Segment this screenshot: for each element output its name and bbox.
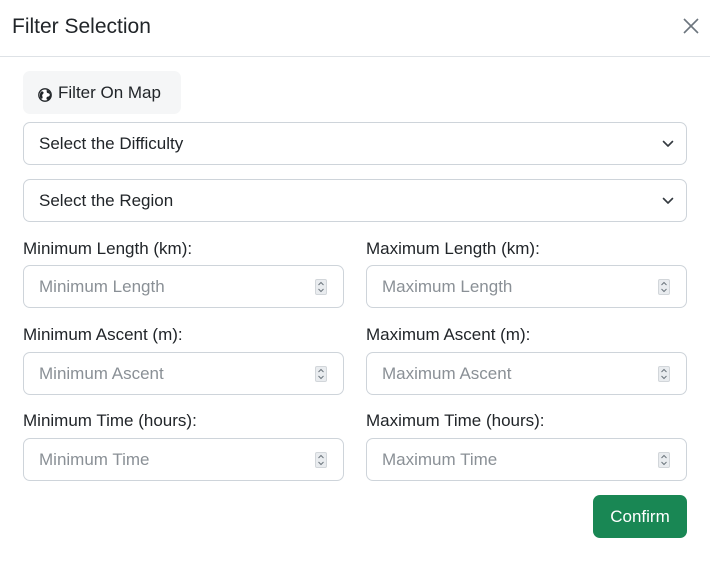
max-ascent-label: Maximum Ascent (m): (366, 325, 531, 344)
max-time-placeholder: Maximum Time (382, 449, 498, 469)
max-ascent-input[interactable]: Maximum Ascent (366, 352, 687, 395)
min-length-label: Minimum Length (km): (23, 239, 193, 258)
modal-header: Filter Selection (0, 0, 710, 57)
confirm-button[interactable]: Confirm (593, 495, 687, 538)
number-spinner-icon[interactable] (315, 366, 327, 382)
number-spinner-icon[interactable] (315, 279, 327, 295)
chevron-down-icon (662, 196, 674, 206)
max-time-label: Maximum Time (hours): (366, 411, 545, 430)
number-spinner-icon[interactable] (658, 452, 670, 468)
min-time-placeholder: Minimum Time (39, 449, 150, 469)
max-time-input[interactable]: Maximum Time (366, 438, 687, 481)
close-icon (680, 15, 702, 37)
min-time-input[interactable]: Minimum Time (23, 438, 344, 481)
globe-icon (38, 87, 52, 102)
max-length-input[interactable]: Maximum Length (366, 265, 687, 308)
min-ascent-label: Minimum Ascent (m): (23, 325, 183, 344)
chevron-down-icon (662, 139, 674, 149)
max-length-label: Maximum Length (km): (366, 239, 540, 258)
max-ascent-placeholder: Maximum Ascent (382, 363, 512, 383)
filter-on-map-label: Filter On Map (58, 82, 161, 102)
difficulty-select-value: Select the Difficulty (39, 133, 184, 153)
modal-title: Filter Selection (12, 15, 151, 38)
min-time-label: Minimum Time (hours): (23, 411, 197, 430)
min-length-placeholder: Minimum Length (39, 276, 165, 296)
number-spinner-icon[interactable] (658, 366, 670, 382)
min-ascent-input[interactable]: Minimum Ascent (23, 352, 344, 395)
close-button[interactable] (680, 15, 702, 37)
region-select-value: Select the Region (39, 190, 174, 210)
filter-modal: Filter Selection Filter On Map Select th… (0, 0, 710, 562)
min-ascent-placeholder: Minimum Ascent (39, 363, 164, 383)
number-spinner-icon[interactable] (658, 279, 670, 295)
min-length-input[interactable]: Minimum Length (23, 265, 344, 308)
number-spinner-icon[interactable] (315, 452, 327, 468)
region-select[interactable]: Select the Region (23, 179, 687, 222)
difficulty-select[interactable]: Select the Difficulty (23, 122, 687, 165)
filter-on-map-button[interactable]: Filter On Map (23, 71, 181, 114)
max-length-placeholder: Maximum Length (382, 276, 513, 296)
